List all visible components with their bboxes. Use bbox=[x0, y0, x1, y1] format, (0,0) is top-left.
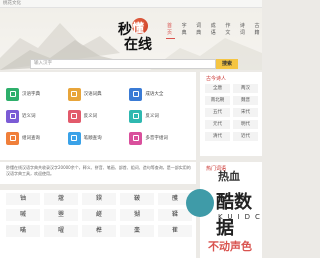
intro-text: 秒懂在线汉语字典共收录汉字20000余个，释义、拼音、笔画、部首、组词、造句等查… bbox=[6, 165, 191, 176]
top-bar: 桃花文化 bbox=[0, 0, 262, 8]
search-input[interactable]: 输入汉字 bbox=[30, 59, 216, 69]
category-label: 反义词 bbox=[83, 114, 98, 119]
poet-era[interactable]: 明代 bbox=[233, 120, 258, 129]
poet-era[interactable]: 魏晋 bbox=[233, 96, 258, 105]
category-item[interactable]: 成语大全 bbox=[129, 86, 191, 102]
char-cell[interactable]: 鞁 bbox=[120, 193, 154, 205]
char-cell[interactable]: 蔻 bbox=[44, 193, 78, 205]
chars-panel: 铀 蔻 鍨 鞁 雘 嘁 瞾 鹾 猢 鞣 暪 嚁 榫 稾 萑 bbox=[0, 190, 196, 258]
char-cell[interactable]: 榫 bbox=[82, 225, 116, 237]
category-label: 笔顺查询 bbox=[83, 136, 102, 141]
idiom-icon bbox=[129, 87, 143, 101]
nav-chengyu[interactable]: 成语 bbox=[210, 21, 219, 39]
dictionary-icon bbox=[6, 87, 19, 101]
word-group-icon bbox=[6, 131, 19, 145]
search-bar: 输入汉字 搜索 bbox=[30, 59, 238, 69]
poet-era[interactable]: 全唐 bbox=[205, 84, 230, 93]
poets-grid: 全唐 两汉 南北朝 魏晋 五代 宋代 元代 明代 清代 近代 bbox=[205, 84, 258, 141]
category-item[interactable]: 近义词 bbox=[6, 108, 68, 124]
char-cell[interactable]: 铀 bbox=[6, 193, 40, 205]
synonym-icon bbox=[6, 109, 19, 123]
poet-era[interactable]: 宋代 bbox=[233, 108, 258, 117]
category-label: 近义词 bbox=[22, 114, 36, 119]
poets-title: 古今诗人 bbox=[206, 76, 227, 82]
category-label: 汉语字典 bbox=[22, 92, 40, 97]
watermark: 酷数据 KUIDC bbox=[182, 185, 265, 239]
antonym-icon bbox=[67, 109, 81, 123]
category-item[interactable]: 笔顺查询 bbox=[67, 130, 130, 146]
book-icon bbox=[67, 87, 81, 101]
watermark-logo-icon bbox=[186, 189, 214, 217]
category-panel: 汉语字典 汉语词典 成语大全 近义词 反义词 反义词 组词查询 笔顺查询 多音字… bbox=[0, 72, 196, 160]
site-logo[interactable]: 秒 懂 在线 bbox=[118, 18, 158, 53]
char-cell[interactable]: 鍨 bbox=[82, 193, 116, 205]
intro-panel: 秒懂在线汉语字典共收录汉字20000余个，释义、拼音、笔画、部首、组词、造句等查… bbox=[0, 162, 196, 184]
char-cell[interactable]: 嘁 bbox=[6, 209, 40, 221]
category-label: 组词查询 bbox=[22, 136, 40, 141]
poet-era[interactable]: 五代 bbox=[205, 108, 230, 117]
category-label: 成语大全 bbox=[145, 92, 164, 97]
category-item[interactable]: 多音字组词 bbox=[129, 130, 191, 146]
category-item[interactable]: 反义词 bbox=[129, 108, 191, 124]
char-cell[interactable]: 稾 bbox=[120, 225, 154, 237]
char-cell[interactable]: 暪 bbox=[6, 225, 40, 237]
antonym-icon bbox=[129, 109, 143, 123]
chars-grid: 铀 蔻 鍨 鞁 雘 嘁 瞾 鹾 猢 鞣 暪 嚁 榫 稾 萑 bbox=[6, 193, 192, 237]
category-label: 多音字组词 bbox=[145, 136, 168, 141]
poet-era[interactable]: 两汉 bbox=[233, 84, 258, 93]
logo-chars: 在线 bbox=[124, 37, 152, 53]
category-item[interactable]: 汉语词典 bbox=[67, 86, 130, 102]
search-button[interactable]: 搜索 bbox=[216, 59, 238, 69]
nav-zuowen[interactable]: 作文 bbox=[224, 21, 233, 39]
char-cell[interactable]: 瞾 bbox=[44, 209, 78, 221]
nav-guji[interactable]: 古籍 bbox=[253, 21, 262, 39]
stroke-order-icon bbox=[67, 131, 81, 145]
nav-shici[interactable]: 诗词 bbox=[239, 21, 248, 39]
poet-era[interactable]: 南北朝 bbox=[205, 96, 230, 105]
topbar-link[interactable]: 桃花文化 bbox=[3, 0, 21, 8]
nav-cidian[interactable]: 词典 bbox=[195, 21, 204, 39]
polyphone-icon bbox=[129, 131, 143, 145]
char-cell[interactable]: 猢 bbox=[120, 209, 154, 221]
header: 秒 懂 在线 首页 字典 词典 成语 作文 诗词 古籍 输入汉字 搜索 bbox=[0, 8, 262, 70]
category-grid: 汉语字典 汉语词典 成语大全 近义词 反义词 反义词 组词查询 笔顺查询 多音字… bbox=[6, 86, 191, 146]
char-cell[interactable]: 嚁 bbox=[44, 225, 78, 237]
main-nav: 首页 字典 词典 成语 作文 诗词 古籍 bbox=[166, 21, 262, 39]
category-item[interactable]: 汉语字典 bbox=[6, 86, 68, 102]
watermark-subtext: KUIDC bbox=[218, 213, 265, 221]
poets-panel: 古今诗人 全唐 两汉 南北朝 魏晋 五代 宋代 元代 明代 清代 近代 bbox=[200, 72, 262, 156]
poet-era[interactable]: 近代 bbox=[233, 132, 258, 141]
nav-zidian[interactable]: 字典 bbox=[181, 21, 190, 39]
category-item[interactable]: 组词查询 bbox=[6, 130, 68, 146]
category-label: 汉语词典 bbox=[83, 92, 102, 97]
poet-era[interactable]: 清代 bbox=[205, 132, 230, 141]
hot-word-2[interactable]: 不动声色 bbox=[208, 238, 252, 254]
category-item[interactable]: 反义词 bbox=[67, 108, 130, 124]
category-label: 反义词 bbox=[145, 114, 159, 119]
poet-era[interactable]: 元代 bbox=[205, 120, 230, 129]
char-cell[interactable]: 鹾 bbox=[82, 209, 116, 221]
hot-word-1[interactable]: 热血 bbox=[218, 168, 240, 184]
nav-home[interactable]: 首页 bbox=[166, 21, 175, 39]
